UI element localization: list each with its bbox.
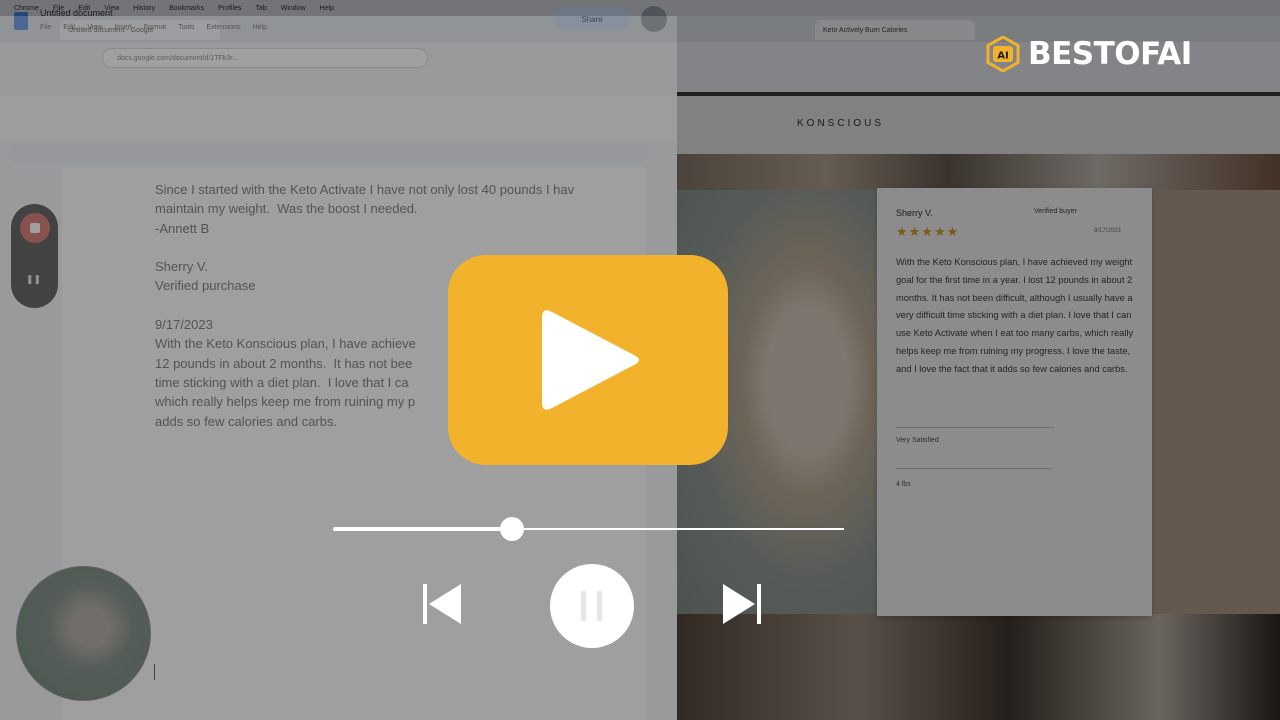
progress-fill [333, 527, 512, 531]
pause-icon [581, 591, 586, 621]
pause-icon [597, 591, 602, 621]
progress-knob[interactable] [499, 517, 524, 541]
brand-logo: AI BESTOFAI [986, 35, 1192, 73]
next-icon [723, 584, 761, 624]
pause-button[interactable] [550, 564, 634, 648]
play-icon [542, 310, 639, 410]
brand-badge-text: AI [997, 51, 1008, 62]
previous-button[interactable] [420, 582, 464, 626]
next-button[interactable] [720, 582, 764, 626]
previous-icon [423, 584, 461, 624]
play-button[interactable] [448, 255, 728, 465]
brand-name: BESTOFAI [1028, 36, 1192, 72]
brand-badge-icon: AI [986, 35, 1020, 73]
